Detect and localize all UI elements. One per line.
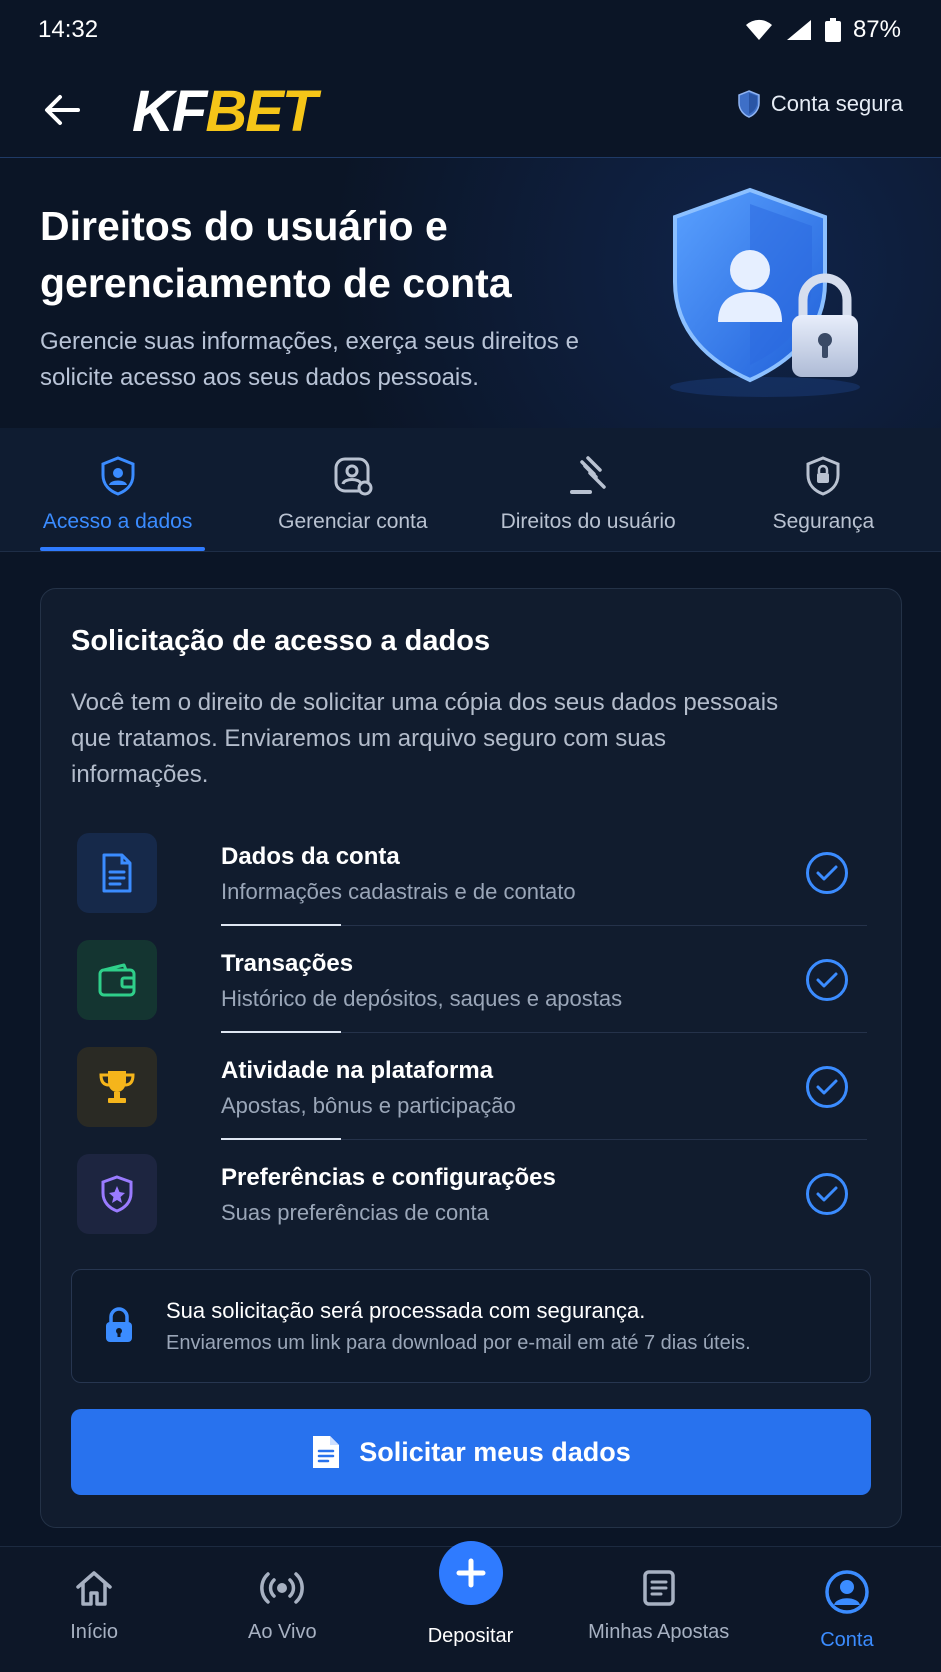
item-divider xyxy=(221,924,867,926)
item-divider xyxy=(221,1138,867,1140)
nav-label: Ao Vivo xyxy=(248,1621,317,1643)
deposit-fab[interactable] xyxy=(438,1541,503,1605)
nav-deposit[interactable]: Depositar xyxy=(376,1541,564,1672)
bet-slip-icon xyxy=(642,1570,675,1606)
item-title: Transações xyxy=(221,950,354,977)
logo-bet: BET xyxy=(205,79,317,144)
list-item-transactions[interactable]: Transações Histórico de depósitos, saque… xyxy=(77,930,867,1033)
nav-label: Depositar xyxy=(427,1625,514,1647)
tab-security[interactable]: Segurança xyxy=(706,428,941,551)
app-header: KFBET Conta segura xyxy=(0,60,941,158)
back-arrow-icon[interactable] xyxy=(40,88,84,132)
gavel-icon xyxy=(570,456,606,494)
status-bar: 14:32 87% xyxy=(0,0,941,60)
item-icon-box xyxy=(77,1154,157,1234)
tab-label: Gerenciar conta xyxy=(278,510,428,533)
item-title: Preferências e configurações xyxy=(221,1164,556,1191)
user-settings-icon xyxy=(334,457,373,496)
wallet-icon xyxy=(98,963,136,997)
lock-shield-icon xyxy=(806,456,840,496)
document-icon xyxy=(313,1436,340,1468)
list-item-platform-activity[interactable]: Atividade na plataforma Apostas, bônus e… xyxy=(77,1037,867,1140)
live-broadcast-icon xyxy=(260,1572,305,1604)
nav-my-bets[interactable]: Minhas Apostas xyxy=(565,1547,753,1672)
request-data-button[interactable]: Solicitar meus dados xyxy=(71,1409,871,1495)
item-subtitle: Informações cadastrais e de contato xyxy=(221,879,576,904)
card-description: Você tem o direito de solicitar uma cópi… xyxy=(71,689,779,788)
lock-icon xyxy=(106,1307,132,1342)
tab-label: Direitos do usuário xyxy=(500,510,676,533)
tab-user-rights[interactable]: Direitos do usuário xyxy=(471,428,706,551)
secure-account-label: Conta segura xyxy=(770,91,903,116)
nav-label: Minhas Apostas xyxy=(588,1621,730,1643)
shield-star-icon xyxy=(101,1175,133,1213)
shield-lock-illustration-icon xyxy=(670,187,860,397)
user-shield-icon xyxy=(101,456,135,496)
nav-home[interactable]: Início xyxy=(0,1547,188,1672)
hero-section: Direitos do usuário e gerenciamento de c… xyxy=(0,158,941,428)
check-circle-icon[interactable] xyxy=(805,851,849,895)
item-subtitle: Suas preferências de conta xyxy=(221,1200,489,1225)
item-title: Atividade na plataforma xyxy=(221,1057,494,1084)
nav-live[interactable]: Ao Vivo xyxy=(188,1547,376,1672)
wifi-icon xyxy=(745,19,772,40)
nav-label: Início xyxy=(70,1621,118,1643)
item-icon-box xyxy=(77,1047,157,1127)
notice-subtitle: Enviaremos um link para download por e-m… xyxy=(166,1332,751,1354)
battery-level: 87% xyxy=(852,16,901,43)
plus-icon xyxy=(456,1558,485,1588)
nav-account[interactable]: Conta xyxy=(753,1547,941,1672)
check-circle-icon[interactable] xyxy=(805,958,849,1002)
home-icon xyxy=(76,1571,112,1606)
check-circle-icon[interactable] xyxy=(805,1065,849,1109)
tab-data-access[interactable]: Acesso a dados xyxy=(0,428,235,551)
card-title: Solicitação de acesso a dados xyxy=(71,625,491,657)
security-notice: Sua solicitação será processada com segu… xyxy=(71,1269,871,1383)
tab-label: Segurança xyxy=(772,510,875,533)
page-subtitle: Gerencie suas informações, exerça seus d… xyxy=(40,328,579,391)
secure-account-badge: Conta segura xyxy=(737,90,903,118)
item-icon-box xyxy=(77,940,157,1020)
battery-icon xyxy=(824,18,841,42)
tab-label: Acesso a dados xyxy=(42,510,193,533)
item-subtitle: Apostas, bônus e participação xyxy=(221,1093,516,1118)
account-icon xyxy=(825,1570,869,1614)
item-icon-box xyxy=(77,833,157,913)
status-icons: 87% xyxy=(745,16,901,44)
signal-icon xyxy=(786,20,811,40)
status-time: 14:32 xyxy=(38,16,99,43)
item-subtitle: Histórico de depósitos, saques e apostas xyxy=(221,986,623,1011)
kfbet-logo: KFBET xyxy=(132,78,317,145)
data-access-card: Solicitação de acesso a dados Você tem o… xyxy=(40,588,902,1528)
check-circle-icon[interactable] xyxy=(805,1172,849,1216)
item-divider xyxy=(221,1031,867,1033)
trophy-icon xyxy=(99,1071,135,1103)
page-title: Direitos do usuário e gerenciamento de c… xyxy=(40,203,512,306)
request-data-button-label: Solicitar meus dados xyxy=(359,1436,631,1467)
item-title: Dados da conta xyxy=(221,843,400,870)
document-icon xyxy=(102,853,132,893)
list-item-account-data[interactable]: Dados da conta Informações cadastrais e … xyxy=(77,823,867,926)
tab-bar: Acesso a dados Gerenciar conta Direitos … xyxy=(0,428,941,552)
shield-icon xyxy=(738,90,760,118)
logo-kf: KF xyxy=(132,79,207,144)
tab-manage-account[interactable]: Gerenciar conta xyxy=(235,428,470,551)
bottom-nav: Início Ao Vivo Depositar Minhas Apostas … xyxy=(0,1541,941,1672)
list-item-preferences[interactable]: Preferências e configurações Suas prefer… xyxy=(77,1144,867,1246)
notice-title: Sua solicitação será processada com segu… xyxy=(166,1298,646,1323)
nav-label: Conta xyxy=(820,1629,874,1651)
